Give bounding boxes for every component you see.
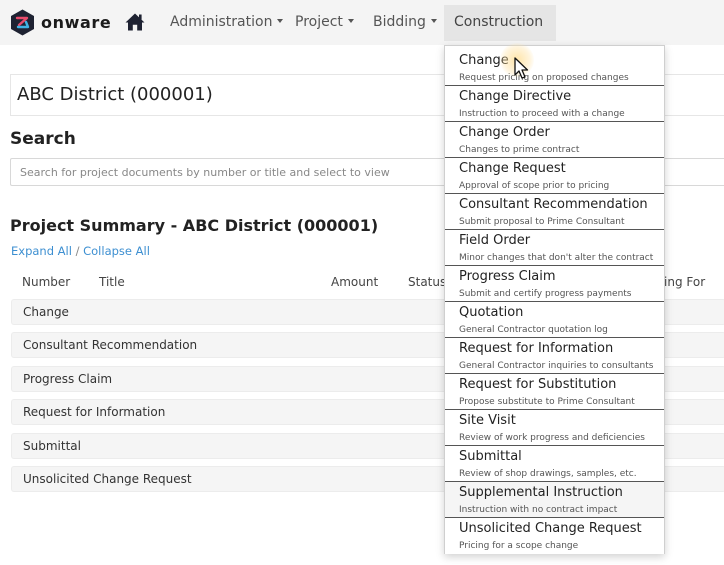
construction-dropdown-menu: Change Request pricing on proposed chang… <box>444 45 665 554</box>
row-label: Unsolicited Change Request <box>23 472 192 486</box>
menu-item-field-order[interactable]: Field Order Minor changes that don't alt… <box>445 230 664 266</box>
menu-item-progress-claim[interactable]: Progress Claim Submit and certify progre… <box>445 266 664 302</box>
menu-item-subtitle: Submit proposal to Prime Consultant <box>459 217 625 227</box>
nav-project[interactable]: Project <box>285 5 364 41</box>
menu-item-subtitle: Instruction with no contract impact <box>459 505 618 515</box>
column-header-waiting-for[interactable]: ing For <box>664 275 705 289</box>
search-heading: Search <box>10 129 76 149</box>
menu-item-title: Unsolicited Change Request <box>459 521 642 536</box>
expand-all-link[interactable]: Expand All <box>11 244 72 258</box>
menu-item-subtitle: Request pricing on proposed changes <box>459 73 629 83</box>
menu-item-request-for-information[interactable]: Request for Information General Contract… <box>445 338 664 374</box>
nav-construction-label: Construction <box>454 14 544 30</box>
menu-item-change[interactable]: Change Request pricing on proposed chang… <box>445 50 664 86</box>
chevron-down-icon <box>277 19 284 23</box>
menu-item-subtitle: Review of work progress and deficiencies <box>459 433 645 443</box>
menu-item-title: Submittal <box>459 449 522 464</box>
row-label: Consultant Recommendation <box>23 338 198 352</box>
menu-item-title: Change Order <box>459 125 550 140</box>
row-label: Submittal <box>23 439 81 453</box>
column-header-amount[interactable]: Amount <box>331 275 378 289</box>
brand-name: onware <box>41 13 112 32</box>
hexagon-logo-icon <box>11 9 34 36</box>
chevron-down-icon <box>430 19 437 23</box>
chevron-down-icon <box>347 19 354 23</box>
menu-item-subtitle: Review of shop drawings, samples, etc. <box>459 469 637 479</box>
project-summary-heading: Project Summary - ABC District (000001) <box>10 216 379 235</box>
menu-item-unsolicited-change-request[interactable]: Unsolicited Change Request Pricing for a… <box>445 518 664 554</box>
menu-item-title: Site Visit <box>459 413 516 428</box>
menu-item-subtitle: Pricing for a scope change <box>459 541 579 551</box>
menu-item-title: Change Request <box>459 161 566 176</box>
row-label: Progress Claim <box>23 372 113 386</box>
home-icon[interactable] <box>125 12 145 32</box>
menu-item-title: Request for Information <box>459 341 614 356</box>
menu-item-subtitle: General Contractor quotation log <box>459 325 608 335</box>
menu-item-title: Field Order <box>459 233 531 248</box>
menu-item-subtitle: General Contractor inquiries to consulta… <box>459 361 654 371</box>
menu-item-title: Quotation <box>459 305 524 320</box>
column-header-number[interactable]: Number <box>22 275 70 289</box>
row-label: Change <box>23 305 69 319</box>
brand-logo-link[interactable]: onware <box>10 9 111 36</box>
column-header-title[interactable]: Title <box>99 275 125 289</box>
menu-item-title: Supplemental Instruction <box>459 485 623 500</box>
nav-bidding-label: Bidding <box>373 14 426 30</box>
menu-item-submittal[interactable]: Submittal Review of shop drawings, sampl… <box>445 446 664 482</box>
district-title: ABC District (000001) <box>17 84 213 105</box>
menu-item-subtitle: Approval of scope prior to pricing <box>459 181 610 191</box>
mouse-pointer-icon <box>514 57 529 79</box>
nav-project-label: Project <box>295 14 343 30</box>
link-separator: / <box>71 244 84 258</box>
menu-item-quotation[interactable]: Quotation General Contractor quotation l… <box>445 302 664 338</box>
menu-item-title: Consultant Recommendation <box>459 197 648 212</box>
nav-administration-label: Administration <box>170 14 273 30</box>
expand-collapse-links: Expand All / Collapse All <box>11 244 150 258</box>
menu-item-subtitle: Submit and certify progress payments <box>459 289 632 299</box>
collapse-all-link[interactable]: Collapse All <box>83 244 150 258</box>
menu-item-title: Progress Claim <box>459 269 556 284</box>
menu-item-request-for-substitution[interactable]: Request for Substitution Propose substit… <box>445 374 664 410</box>
menu-item-subtitle: Instruction to proceed with a change <box>459 109 625 119</box>
menu-item-subtitle: Propose substitute to Prime Consultant <box>459 397 635 407</box>
menu-item-title: Request for Substitution <box>459 377 617 392</box>
menu-item-change-directive[interactable]: Change Directive Instruction to proceed … <box>445 86 664 122</box>
nav-construction[interactable]: Construction <box>444 5 556 57</box>
menu-item-subtitle: Minor changes that don't alter the contr… <box>459 253 654 263</box>
menu-item-change-request[interactable]: Change Request Approval of scope prior t… <box>445 158 664 194</box>
menu-item-consultant-recommendation[interactable]: Consultant Recommendation Submit proposa… <box>445 194 664 230</box>
menu-item-site-visit[interactable]: Site Visit Review of work progress and d… <box>445 410 664 446</box>
top-navbar: onware Administration Project Bidding Co… <box>0 0 724 57</box>
menu-item-change-order[interactable]: Change Order Changes to prime contract <box>445 122 664 158</box>
menu-item-subtitle: Changes to prime contract <box>459 145 580 155</box>
row-label: Request for Information <box>23 405 166 419</box>
menu-item-title: Change Directive <box>459 89 572 104</box>
menu-item-supplemental-instruction[interactable]: Supplemental Instruction Instruction wit… <box>445 482 664 518</box>
nav-bidding[interactable]: Bidding <box>363 5 447 41</box>
column-header-status[interactable]: Status <box>408 275 446 289</box>
nav-administration[interactable]: Administration <box>160 5 293 41</box>
